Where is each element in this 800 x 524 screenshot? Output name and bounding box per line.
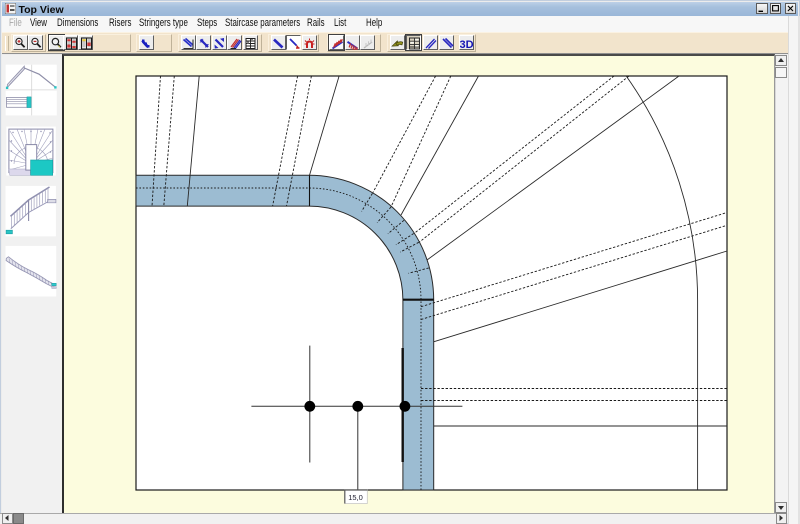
- svg-text:15,0: 15,0: [348, 493, 363, 502]
